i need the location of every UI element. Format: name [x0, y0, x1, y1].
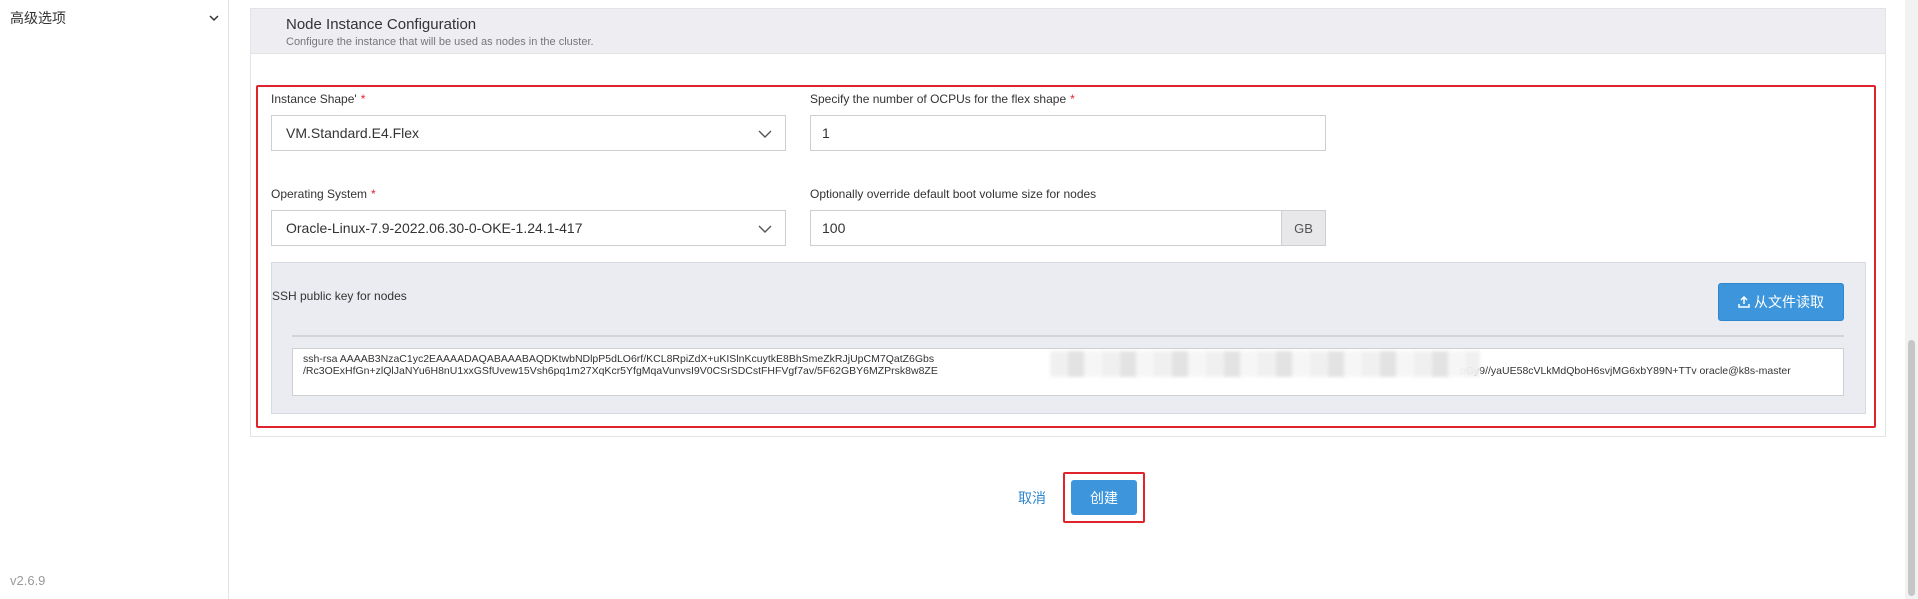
required-mark: * [1070, 92, 1075, 106]
instance-shape-value: VM.Standard.E4.Flex [286, 125, 420, 141]
scrollbar-thumb[interactable] [1908, 340, 1915, 596]
boot-volume-label: Optionally override default boot volume … [810, 187, 1097, 201]
gb-unit-addon: GB [1281, 210, 1326, 246]
panel-description: Configure the instance that will be used… [286, 36, 594, 48]
chevron-down-icon[interactable] [206, 10, 222, 26]
chevron-down-icon [757, 221, 773, 237]
version-label: v2.6.9 [10, 573, 46, 588]
ocpus-label: Specify the number of OCPUs for the flex… [810, 92, 1075, 106]
ssh-key-line-2-end: bGy9//yaUE58cVLkMdQboH6svjMG6xbY89N+TTv … [1460, 365, 1791, 377]
operating-system-label: Operating System * [271, 187, 376, 201]
ssh-key-textarea[interactable]: ssh-rsa AAAAB3NzaC1yc2EAAAADAQABAAABAQDK… [292, 348, 1844, 396]
required-mark: * [371, 187, 376, 201]
upload-icon [1738, 296, 1750, 308]
sidebar-item-label: 高级选项 [10, 11, 66, 27]
boot-volume-input[interactable]: 100 [810, 210, 1282, 246]
required-mark: * [360, 92, 366, 106]
instance-shape-label: Instance Shape' * [271, 92, 366, 106]
sidebar-item-advanced-options[interactable]: 高级选项 [10, 8, 222, 28]
create-highlight-box: 创建 [1063, 472, 1145, 523]
operating-system-value: Oracle-Linux-7.9-2022.06.30-0-OKE-1.24.1… [286, 220, 583, 236]
ssh-key-section: SSH public key for nodes 从文件读取 ssh-rsa A… [271, 262, 1866, 414]
ocpus-value: 1 [822, 125, 830, 141]
cancel-button[interactable]: 取消 [1018, 488, 1046, 508]
chevron-down-icon [757, 126, 773, 142]
create-button[interactable]: 创建 [1071, 480, 1137, 515]
redacted-blur [1050, 351, 1480, 377]
read-from-file-label: 从文件读取 [1754, 295, 1824, 311]
panel-title: Node Instance Configuration [286, 16, 477, 33]
boot-volume-value: 100 [822, 220, 846, 236]
ssh-key-label: SSH public key for nodes [272, 289, 407, 303]
operating-system-select[interactable]: Oracle-Linux-7.9-2022.06.30-0-OKE-1.24.1… [271, 210, 786, 246]
ocpus-input[interactable]: 1 [810, 115, 1326, 151]
instance-shape-select[interactable]: VM.Standard.E4.Flex [271, 115, 786, 151]
ssh-key-line-2: /Rc3OExHfGn+zlQlJaNYu6H8nU1xxGSfUvew15Vs… [303, 365, 938, 377]
panel-header: Node Instance Configuration Configure th… [251, 9, 1885, 54]
read-from-file-button[interactable]: 从文件读取 [1718, 283, 1844, 321]
divider [292, 335, 1844, 337]
sidebar: 高级选项 v2.6.9 [0, 0, 229, 599]
scrollbar[interactable] [1905, 0, 1918, 599]
